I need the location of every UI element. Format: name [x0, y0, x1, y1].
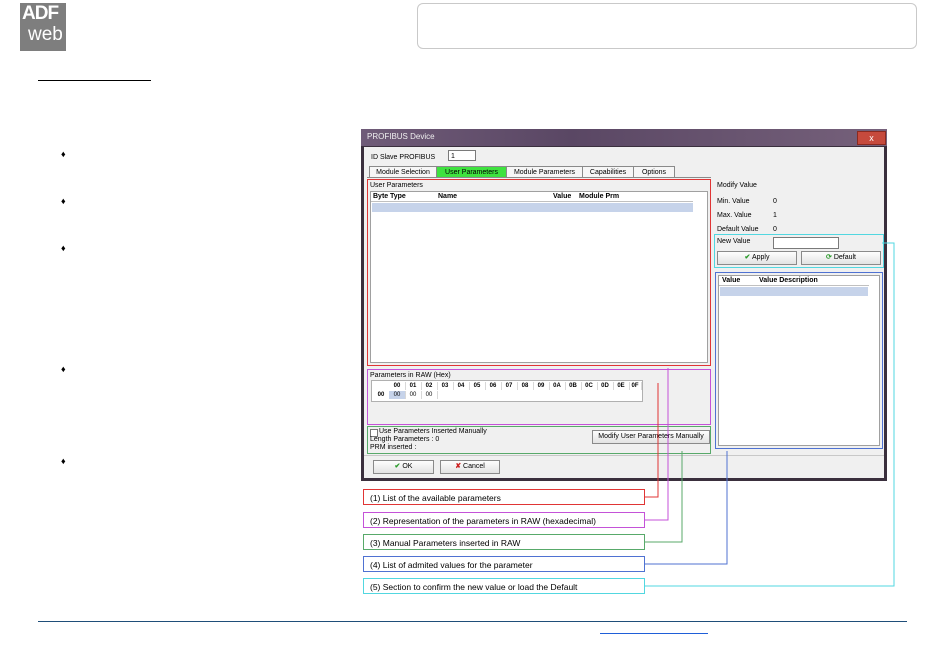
leader-line-1 — [645, 383, 659, 498]
callout-3: (3) Manual Parameters inserted in RAW — [363, 534, 645, 550]
footer-link-underline[interactable] — [600, 633, 708, 634]
callout-4: (4) List of admited values for the param… — [363, 556, 645, 572]
leader-line-4 — [645, 451, 728, 565]
callout-2: (2) Representation of the parameters in … — [363, 512, 645, 528]
callout-1: (1) List of the available parameters — [363, 489, 645, 505]
callout-5: (5) Section to confirm the new value or … — [363, 578, 645, 594]
footer-divider — [38, 621, 907, 622]
